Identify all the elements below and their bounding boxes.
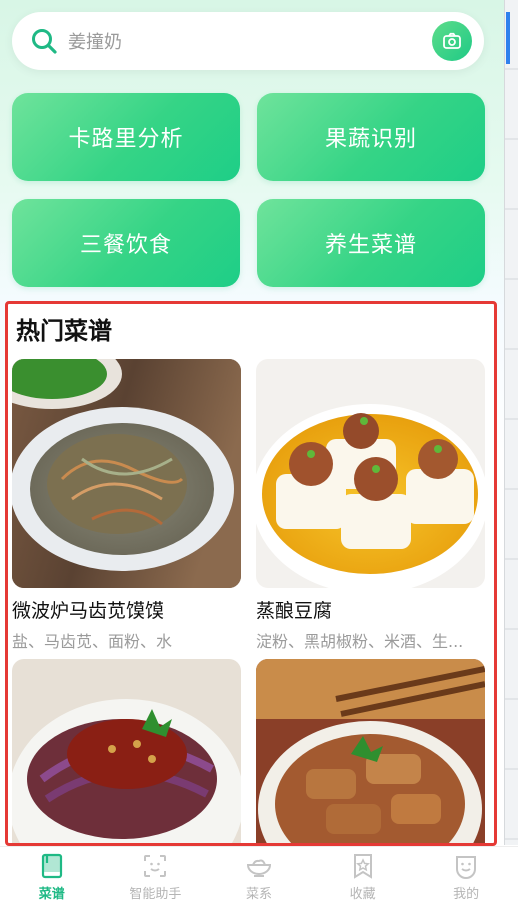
section-title: 热门菜谱 <box>16 317 112 345</box>
calorie-analysis-button[interactable]: 卡路里分析 <box>12 93 240 181</box>
recipe-image <box>256 359 485 588</box>
side-scroll-strip <box>504 0 518 845</box>
tab-label: 菜谱 <box>38 887 65 902</box>
recipe-image <box>12 659 241 843</box>
produce-recognition-button[interactable]: 果蔬识别 <box>257 93 485 181</box>
three-meals-button[interactable]: 三餐饮食 <box>12 199 240 287</box>
book-icon <box>41 853 62 879</box>
tab-cuisines[interactable]: 菜系 <box>207 847 311 906</box>
camera-icon <box>443 32 461 49</box>
recipe-name: 蒸酿豆腐 <box>256 600 333 622</box>
tab-label: 智能助手 <box>129 887 182 902</box>
search-bar[interactable]: 姜撞奶 <box>12 12 484 70</box>
tab-label: 菜系 <box>245 887 272 902</box>
tab-me[interactable]: 我的 <box>414 847 518 906</box>
smiley-icon <box>456 856 477 879</box>
tab-favorites[interactable]: 收藏 <box>311 847 415 906</box>
recipe-ingredients: 盐、马齿苋、面粉、水 <box>12 632 173 651</box>
recipe-name: 微波炉马齿苋馍馍 <box>12 600 165 622</box>
recipe-card[interactable]: 蒸酿豆腐 淀粉、黑胡椒粉、米酒、生... <box>256 359 485 652</box>
hot-recipes-section: 热门菜谱 微波炉马齿苋馍馍 盐、马齿苋、面粉、水 蒸酿豆腐 淀粉、黑胡椒粉、米酒… <box>5 301 497 846</box>
search-input[interactable]: 姜撞奶 <box>68 28 432 54</box>
scan-face-icon <box>144 855 167 877</box>
bowl-icon <box>246 859 271 877</box>
tab-ai-assistant[interactable]: 智能助手 <box>104 847 208 906</box>
tab-label: 收藏 <box>349 887 376 902</box>
recipe-image <box>256 659 485 843</box>
search-icon <box>30 27 58 55</box>
recipe-card[interactable] <box>256 659 485 843</box>
bottom-tab-bar: 菜谱 智能助手 菜系 收藏 我的 <box>0 846 518 906</box>
recipe-ingredients: 淀粉、黑胡椒粉、米酒、生... <box>256 632 464 651</box>
tab-label: 我的 <box>453 887 480 902</box>
recipe-card[interactable] <box>12 659 241 843</box>
camera-button[interactable] <box>432 21 472 61</box>
tab-recipes[interactable]: 菜谱 <box>0 847 104 906</box>
recipe-card[interactable]: 微波炉马齿苋馍馍 盐、马齿苋、面粉、水 <box>12 359 241 652</box>
bookmark-star-icon <box>353 854 372 879</box>
recipe-image <box>12 359 241 588</box>
health-recipes-button[interactable]: 养生菜谱 <box>257 199 485 287</box>
